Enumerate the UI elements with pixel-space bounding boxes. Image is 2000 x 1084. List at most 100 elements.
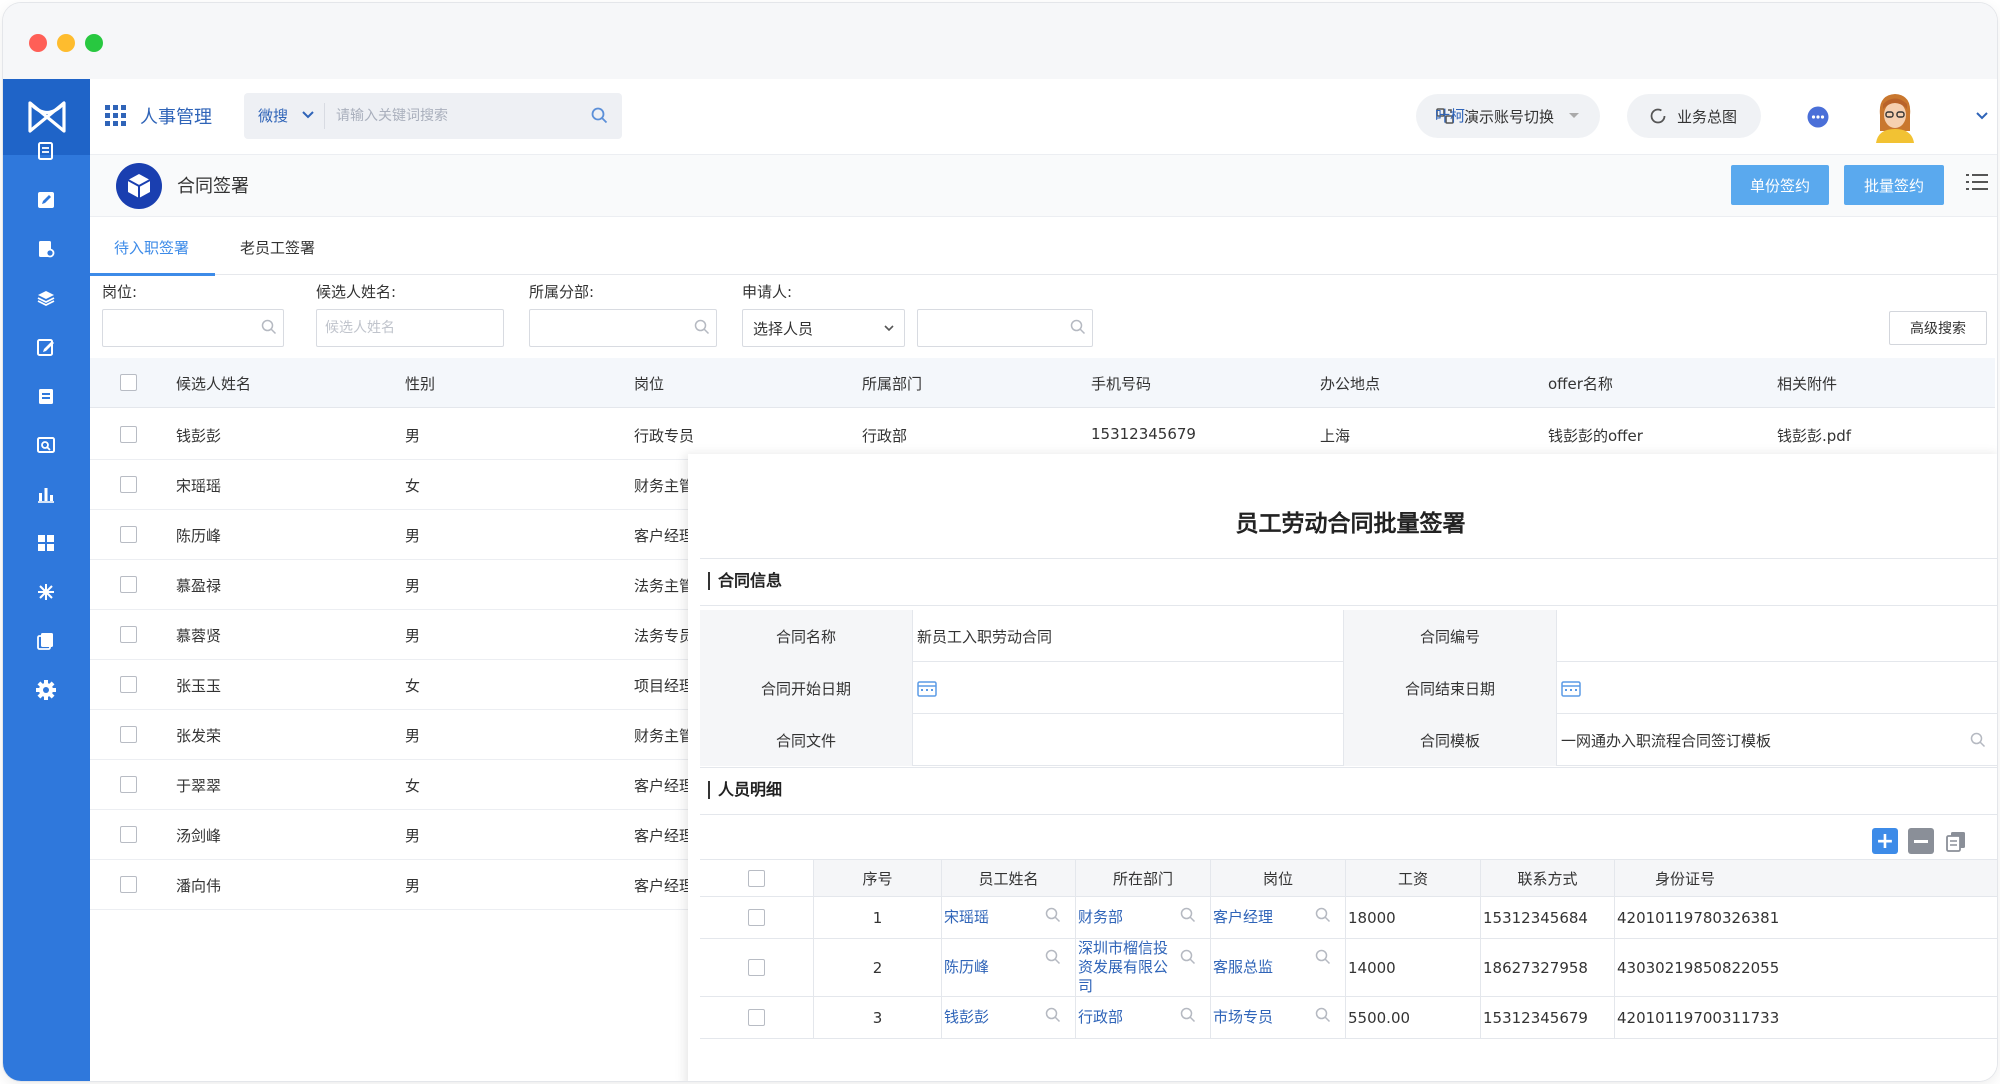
detail-cell-dept[interactable]: 财务部 — [1075, 897, 1210, 938]
contract-name-field[interactable]: 新员工入职劳动合同 — [913, 610, 1343, 662]
detail-table-row[interactable]: 2 陈历峰 深圳市榴信投资发展有限公司 客服总监 14000 18627327958 430… — [700, 939, 1997, 997]
detail-cell-name[interactable]: 宋瑶瑶 — [941, 897, 1075, 938]
branch-filter-field[interactable] — [529, 309, 717, 347]
candidate-filter-field[interactable] — [316, 309, 504, 347]
detail-cell-position[interactable]: 客户经理 — [1210, 897, 1345, 938]
chat-bubble-icon[interactable] — [1807, 106, 1829, 128]
single-sign-button[interactable]: 单份签约 — [1731, 165, 1829, 205]
branch-filter-input[interactable] — [530, 310, 716, 346]
search-icon[interactable] — [1315, 1007, 1331, 1023]
advanced-search-button[interactable]: 高级搜索 — [1889, 311, 1987, 345]
business-overview-button[interactable]: 业务总图 — [1627, 94, 1761, 138]
col-header-department[interactable]: 所属部门 — [862, 373, 922, 394]
detail-col-position[interactable]: 岗位 — [1210, 860, 1345, 896]
sidebar-item-apps[interactable] — [31, 528, 61, 558]
detail-col-no[interactable]: 序号 — [813, 860, 941, 896]
detail-table-row[interactable]: 3 钱彭彭 行政部 市场专员 5500.00 15312345679 42010119700… — [700, 997, 1997, 1039]
search-icon[interactable] — [1970, 732, 1986, 748]
col-header-name[interactable]: 候选人姓名 — [176, 373, 251, 394]
window-maximize-button[interactable] — [85, 34, 103, 52]
col-header-attachment[interactable]: 相关附件 — [1777, 373, 1837, 394]
sidebar-item-workflow[interactable] — [31, 577, 61, 607]
end-date-field[interactable] — [1557, 662, 1997, 714]
detail-row-checkbox[interactable] — [748, 1009, 765, 1026]
search-icon[interactable] — [1070, 319, 1086, 335]
select-all-checkbox[interactable] — [120, 374, 137, 391]
row-checkbox[interactable] — [120, 826, 137, 843]
detail-cell-dept[interactable]: 行政部 — [1075, 997, 1210, 1038]
detail-cell-dept[interactable]: 深圳市榴信投资发展有限公司 — [1075, 939, 1210, 996]
row-checkbox[interactable] — [120, 476, 137, 493]
search-icon[interactable] — [1315, 949, 1331, 965]
tab-existing-employees[interactable]: 老员工签署 — [240, 237, 315, 258]
detail-row-checkbox[interactable] — [748, 909, 765, 926]
sidebar-item-layers[interactable] — [31, 283, 61, 313]
detail-cell-name[interactable]: 钱彭彭 — [941, 997, 1075, 1038]
contract-file-field[interactable] — [913, 714, 1343, 766]
candidate-filter-input[interactable] — [317, 310, 503, 346]
sidebar-item-file-search[interactable] — [31, 234, 61, 264]
sidebar-item-report-search[interactable] — [31, 430, 61, 460]
col-header-location[interactable]: 办公地点 — [1320, 373, 1380, 394]
detail-cell-position[interactable]: 市场专员 — [1210, 997, 1345, 1038]
copy-row-button[interactable] — [1943, 828, 1969, 854]
window-close-button[interactable] — [29, 34, 47, 52]
search-icon[interactable] — [261, 319, 277, 335]
detail-col-dept[interactable]: 所在部门 — [1075, 860, 1210, 896]
detail-col-id[interactable]: 身份证号 — [1614, 860, 1997, 896]
applicant-search-input[interactable] — [918, 310, 1092, 346]
batch-sign-button[interactable]: 批量签约 — [1844, 165, 1944, 205]
detail-cell-name[interactable]: 陈历峰 — [941, 939, 1075, 996]
applicant-select[interactable]: 选择人员 — [742, 309, 905, 347]
user-menu-chevron-icon[interactable] — [1976, 112, 1988, 120]
search-icon[interactable] — [694, 319, 710, 335]
detail-col-phone[interactable]: 联系方式 — [1480, 860, 1614, 896]
app-grid-icon[interactable] — [105, 105, 127, 127]
row-checkbox[interactable] — [120, 776, 137, 793]
calendar-icon[interactable] — [1561, 679, 1581, 697]
detail-col-name[interactable]: 员工姓名 — [941, 860, 1075, 896]
search-icon[interactable] — [1045, 907, 1061, 923]
remove-row-button[interactable] — [1908, 828, 1934, 854]
row-checkbox[interactable] — [120, 526, 137, 543]
detail-select-all-checkbox[interactable] — [748, 869, 765, 887]
app-title[interactable]: 人事管理 — [140, 103, 212, 129]
contract-no-field[interactable] — [1557, 610, 1997, 662]
sidebar-item-clipboard[interactable] — [31, 381, 61, 411]
search-icon[interactable] — [1180, 907, 1196, 923]
col-header-gender[interactable]: 性别 — [405, 373, 435, 394]
col-header-offer[interactable]: offer名称 — [1548, 373, 1613, 394]
detail-cell-position[interactable]: 客服总监 — [1210, 939, 1345, 996]
search-icon[interactable] — [1045, 1007, 1061, 1023]
sidebar-item-documents[interactable] — [31, 136, 61, 166]
search-icon[interactable] — [1315, 907, 1331, 923]
row-checkbox[interactable] — [120, 626, 137, 643]
row-checkbox[interactable] — [120, 426, 137, 443]
search-icon[interactable] — [1180, 949, 1196, 965]
search-scope-select[interactable]: 微搜 — [258, 105, 288, 126]
row-checkbox[interactable] — [120, 576, 137, 593]
position-filter-input[interactable] — [103, 310, 283, 346]
col-header-position[interactable]: 岗位 — [634, 373, 664, 394]
sidebar-item-settings[interactable] — [31, 675, 61, 705]
list-menu-icon[interactable] — [1966, 172, 1988, 192]
sidebar-item-stats[interactable] — [31, 479, 61, 509]
user-name[interactable]: 叶柯 — [1435, 105, 1465, 126]
table-row[interactable]: 钱彭彭 男 行政专员 行政部 15312345679 上海 钱彭彭的offer 钱彭彭.pdf — [90, 410, 1995, 460]
detail-row-checkbox[interactable] — [748, 959, 765, 976]
window-minimize-button[interactable] — [57, 34, 75, 52]
search-icon[interactable] — [1045, 949, 1061, 965]
row-checkbox[interactable] — [120, 676, 137, 693]
row-checkbox[interactable] — [120, 726, 137, 743]
start-date-field[interactable] — [913, 662, 1343, 714]
sidebar-item-notes[interactable] — [31, 332, 61, 362]
detail-col-salary[interactable]: 工资 — [1345, 860, 1480, 896]
detail-table-row[interactable]: 1 宋瑶瑶 财务部 客户经理 18000 15312345684 4201011978032… — [700, 897, 1997, 939]
row-checkbox[interactable] — [120, 876, 137, 893]
search-icon[interactable] — [1180, 1007, 1196, 1023]
position-filter-field[interactable] — [102, 309, 284, 347]
search-input[interactable] — [336, 101, 586, 131]
sidebar-item-edit[interactable] — [31, 185, 61, 215]
search-icon[interactable] — [591, 107, 608, 124]
applicant-search-field[interactable] — [917, 309, 1093, 347]
